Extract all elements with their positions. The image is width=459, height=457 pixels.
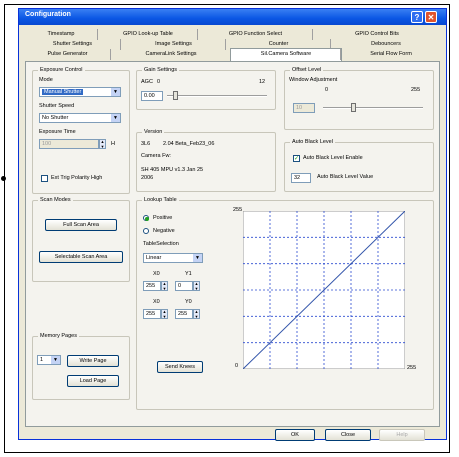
tab-camera-software[interactable]: Sil.Camera Software xyxy=(230,48,342,61)
x0-input[interactable]: 255 xyxy=(143,281,161,291)
offset-min: 0 xyxy=(325,87,329,93)
auto-black-group: Auto Black Level ✓ Auto Black Level Enab… xyxy=(284,139,434,192)
version-line2: Camera Fw: xyxy=(141,153,171,159)
chevron-down-icon: ▼ xyxy=(111,88,120,96)
write-page-button[interactable]: Write Page xyxy=(67,355,119,367)
help-icon[interactable]: ? xyxy=(411,11,423,23)
offset-slider-thumb[interactable] xyxy=(351,103,356,112)
exposure-time-unit: H xyxy=(111,141,115,147)
negative-label: Negative xyxy=(153,228,175,234)
y0-label: Y0 xyxy=(185,299,192,305)
version-line1-a: 3L6 xyxy=(141,141,151,147)
x1-label: X0 xyxy=(153,299,160,305)
version-legend: Version xyxy=(142,129,165,135)
table-selection-value: Linear xyxy=(146,255,162,261)
mode-label: Mode xyxy=(39,77,53,83)
table-selection-select[interactable]: Linear ▼ xyxy=(143,253,203,263)
close-icon[interactable]: ✕ xyxy=(425,11,437,23)
shutter-speed-select[interactable]: No Shutter ▼ xyxy=(39,113,121,123)
gain-slider-track[interactable] xyxy=(167,95,267,97)
ok-button[interactable]: OK xyxy=(275,429,315,441)
chevron-down-icon: ▼ xyxy=(111,114,120,122)
close-button[interactable]: Close xyxy=(325,429,371,441)
exposure-time-spinner[interactable]: ▲ ▼ xyxy=(99,139,106,149)
scan-legend: Scan Modes xyxy=(38,197,73,203)
offset-value-input[interactable]: 10 xyxy=(293,103,315,113)
bullet-dot xyxy=(1,176,6,181)
gain-slider-thumb[interactable] xyxy=(173,91,178,100)
y1-spinner[interactable]: ▲ ▼ xyxy=(193,281,200,291)
offset-max: 255 xyxy=(411,87,421,93)
lookup-top-value: 255 xyxy=(233,207,243,213)
memory-legend: Memory Pages xyxy=(38,333,79,339)
x1-input[interactable]: 255 xyxy=(143,309,161,319)
axis-zero: 0 xyxy=(235,363,239,369)
selectable-scan-button[interactable]: Selectable Scan Area xyxy=(39,251,123,263)
exposure-legend: Exposure Control xyxy=(38,67,85,73)
mode-value: Manual Shutter xyxy=(42,89,84,95)
positive-radio[interactable] xyxy=(143,215,149,221)
mode-select[interactable]: Manual Shutter ▼ xyxy=(39,87,121,97)
auto-black-legend: Auto Black Level xyxy=(290,139,335,145)
gain-legend: Gain Settings xyxy=(142,67,180,73)
offset-slider-track[interactable] xyxy=(323,107,423,109)
y0-spinner[interactable]: ▲ ▼ xyxy=(193,309,200,319)
tab-row-3: Pulse Generator CameraLink Settings Sil.… xyxy=(25,48,441,61)
axis-max: 255 xyxy=(407,365,417,371)
version-line3: SH 405 MPU v1.3 Jan 25 xyxy=(141,167,204,173)
gain-min: 0 xyxy=(157,79,161,85)
agc-label: AGC xyxy=(141,79,153,85)
tab-pulse[interactable]: Pulse Generator xyxy=(25,49,110,60)
send-knees-button[interactable]: Send Knees xyxy=(157,361,203,373)
shutter-speed-value: No Shutter xyxy=(42,115,69,121)
exposure-time-input[interactable]: 100 xyxy=(39,139,99,149)
config-window: Configuration ? ✕ Timestamp GPIO Look-up… xyxy=(18,8,447,441)
version-line4: 2006 xyxy=(141,175,154,181)
y0-input[interactable]: 255 xyxy=(175,309,193,319)
x0-spinner[interactable]: ▲ ▼ xyxy=(161,281,168,291)
exposure-time-label: Exposure Time xyxy=(39,129,76,135)
lookup-group: Lookup Table 255 Positive Negative Table… xyxy=(136,197,434,410)
tab-panel: Exposure Control Mode Manual Shutter ▼ S… xyxy=(25,61,440,427)
auto-black-value-input[interactable]: 32 xyxy=(291,173,311,183)
version-line1-b: 2.04 Beta_Feb23_06 xyxy=(163,141,215,147)
exposure-group: Exposure Control Mode Manual Shutter ▼ S… xyxy=(32,67,130,194)
negative-radio[interactable] xyxy=(143,228,149,234)
ext-trig-checkbox[interactable] xyxy=(41,175,48,182)
version-group: Version 3L6 2.04 Beta_Feb23_06 Camera Fw… xyxy=(136,129,276,192)
ext-trig-label: Ext Trig Polarity High xyxy=(51,175,103,181)
positive-label: Positive xyxy=(153,215,173,221)
chevron-down-icon: ▼ xyxy=(51,356,60,364)
gain-group: Gain Settings AGC 0 12 0.00 xyxy=(136,67,276,110)
y1-input[interactable]: 0 xyxy=(175,281,193,291)
gain-value-input[interactable]: 0.00 xyxy=(141,91,163,101)
scan-group: Scan Modes Full Scan Area Selectable Sca… xyxy=(32,197,130,282)
memory-group: Memory Pages 1 ▼ Write Page Load Page xyxy=(32,333,130,400)
lookup-legend: Lookup Table xyxy=(142,197,179,203)
title-bar[interactable]: Configuration ? ✕ xyxy=(19,9,446,25)
auto-black-checkbox[interactable]: ✓ xyxy=(293,155,300,162)
page-value: 1 xyxy=(40,357,44,363)
page-select[interactable]: 1 ▼ xyxy=(37,355,61,365)
table-selection-label: TableSelection xyxy=(143,241,179,247)
offset-legend: Offset Level xyxy=(290,67,324,73)
auto-black-value-label: Auto Black Level Value xyxy=(317,174,374,180)
shutter-speed-label: Shutter Speed xyxy=(39,103,75,109)
window-title: Configuration xyxy=(25,11,71,18)
full-scan-button[interactable]: Full Scan Area xyxy=(45,219,117,231)
x1-spinner[interactable]: ▲ ▼ xyxy=(161,309,168,319)
tab-serial[interactable]: Serial Flow Form xyxy=(340,49,441,60)
auto-black-enable-label: Auto Black Level Enable xyxy=(303,155,363,161)
offset-group: Offset Level Window Adjustment 0 255 10 xyxy=(284,67,434,130)
help-button[interactable]: Help xyxy=(379,429,425,441)
tab-cameralink[interactable]: CameraLink Settings xyxy=(110,49,231,60)
load-page-button[interactable]: Load Page xyxy=(67,375,119,387)
chevron-down-icon: ▼ xyxy=(193,254,202,262)
x0-label: X0 xyxy=(153,271,160,277)
offset-label: Window Adjustment xyxy=(289,77,338,83)
y1-label: Y1 xyxy=(185,271,192,277)
gain-max: 12 xyxy=(259,79,266,85)
lut-plot[interactable] xyxy=(243,211,405,369)
